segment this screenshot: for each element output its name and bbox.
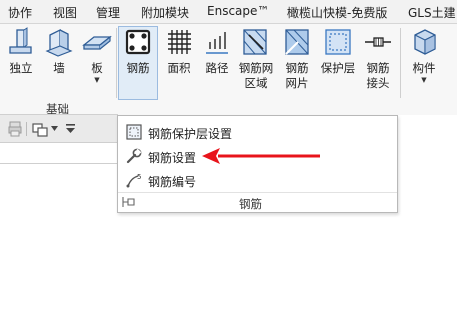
print-icon[interactable] — [8, 121, 22, 137]
path-rebar-icon — [206, 32, 228, 54]
fabric-area-button[interactable]: 钢筋网 区域 — [236, 27, 276, 99]
tool-label: 钢筋网 区域 — [238, 61, 274, 90]
menu-item-label: 钢筋设置 — [148, 151, 197, 165]
menu-tab-olive-mountain[interactable]: 橄榄山快模-免费版 — [287, 4, 387, 21]
tool-label: 构件 — [412, 61, 436, 75]
rebar-cover-icon — [325, 29, 351, 55]
menu-tab-view[interactable]: 视图 — [53, 4, 77, 21]
rebar-coupler-button[interactable]: 钢筋 接头 — [360, 27, 396, 99]
toolbar-separator — [26, 122, 27, 136]
tool-label: 墙 — [53, 61, 65, 75]
tool-label: 钢筋 接头 — [366, 61, 390, 90]
menu-item-rebar-numbering[interactable]: 5 钢筋编号 — [122, 169, 394, 191]
switch-windows-icon[interactable] — [32, 121, 48, 137]
rebar-icon — [125, 29, 151, 55]
tool-label: 板 — [91, 61, 103, 75]
menu-bar: 协作 视图 管理 附加模块 Enscape™ 橄榄山快模-免费版 GLS土建 — [0, 0, 457, 24]
rebar-cover-button[interactable]: 保护层 — [318, 27, 358, 99]
tool-label: 钢筋 网片 — [285, 61, 309, 90]
ribbon-separator — [116, 28, 117, 98]
slab-foundation-button[interactable]: 板 ▼ — [80, 27, 114, 99]
menu-tab-add-ins[interactable]: 附加模块 — [141, 4, 189, 21]
slab-foundation-icon — [82, 35, 112, 50]
fabric-area-icon — [243, 29, 267, 55]
workarea-divider — [0, 163, 118, 164]
dropdown-footer: 钢筋 — [118, 192, 397, 212]
menu-tab-gls[interactable]: GLS土建 — [408, 4, 456, 21]
tool-label: 路径 — [205, 61, 229, 75]
quick-access-toolbar — [0, 115, 118, 143]
ribbon-separator — [400, 28, 401, 98]
fabric-sheet-button[interactable]: 钢筋 网片 — [279, 27, 315, 99]
area-rebar-button[interactable]: 面积 — [161, 27, 197, 99]
svg-text:5: 5 — [137, 173, 141, 181]
customize-toolbar-icon[interactable] — [66, 124, 75, 133]
component-button[interactable]: 构件 ▼ — [404, 27, 444, 99]
area-rebar-icon — [168, 30, 191, 54]
menu-item-rebar-cover-settings[interactable]: 钢筋保护层设置 — [122, 121, 394, 143]
rebar-button[interactable]: 钢筋 — [118, 26, 158, 100]
tool-label: 保护层 — [320, 61, 356, 75]
rebar-coupler-icon — [365, 37, 391, 47]
menu-tab-collaborate[interactable]: 协作 — [8, 4, 32, 21]
menu-tab-manage[interactable]: 管理 — [96, 4, 120, 21]
menu-item-label: 钢筋保护层设置 — [148, 127, 233, 141]
chevron-down-icon: ▼ — [94, 76, 100, 84]
wrench-icon — [126, 148, 142, 164]
wall-foundation-button[interactable]: 墙 — [42, 27, 76, 99]
chevron-down-icon[interactable] — [51, 126, 58, 131]
red-arrow-annotation — [202, 148, 320, 164]
tool-label: 钢筋 — [126, 61, 150, 75]
isolated-foundation-icon — [9, 27, 32, 54]
component-icon — [414, 29, 436, 55]
menu-tab-enscape[interactable]: Enscape™ — [207, 4, 269, 18]
rebar-panel-label: 钢筋 — [239, 197, 262, 211]
pin-icon[interactable] — [122, 196, 136, 208]
menu-item-label: 钢筋编号 — [148, 175, 197, 189]
fabric-sheet-icon — [285, 29, 309, 55]
path-rebar-button[interactable]: 路径 — [200, 27, 234, 99]
rebar-numbering-icon: 5 — [126, 173, 141, 188]
wall-foundation-icon — [45, 28, 73, 57]
chevron-down-icon: ▼ — [421, 76, 427, 84]
ribbon-panel: 独立 墙 板 ▼ 钢筋 面积 路径 钢筋网 区域 钢筋 网片 保护层 钢筋 接头… — [0, 24, 457, 116]
tool-label: 独立 — [9, 61, 33, 75]
isolated-foundation-button[interactable]: 独立 — [4, 27, 38, 99]
rebar-cover-settings-icon — [126, 124, 142, 140]
tool-label: 面积 — [167, 61, 191, 75]
